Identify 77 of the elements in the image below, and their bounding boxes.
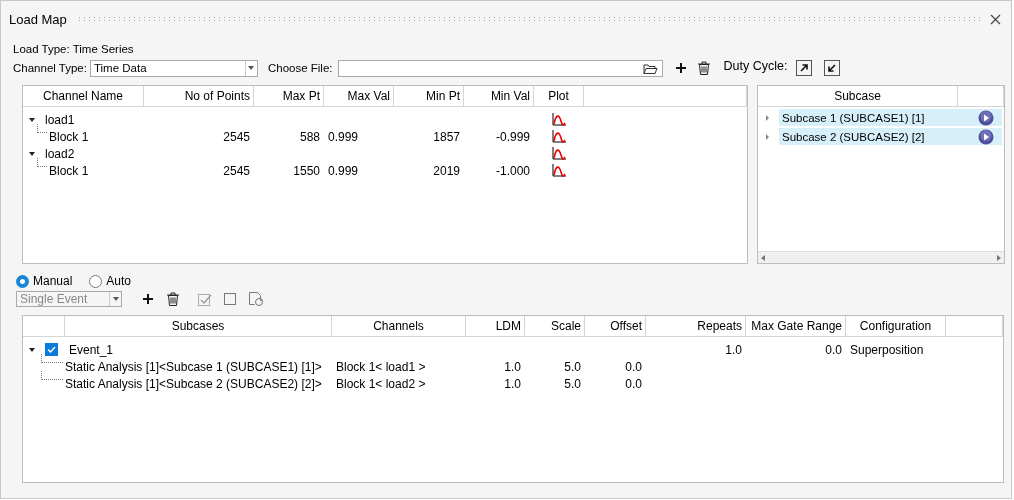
column-header[interactable]: Max Gate Range <box>751 319 842 333</box>
table-cell: 0.0 <box>625 359 642 374</box>
column-header[interactable]: Configuration <box>859 319 932 333</box>
table-cell: 2545 <box>223 129 250 144</box>
checkbox[interactable] <box>45 343 58 356</box>
table-cell: 1857 <box>433 129 460 144</box>
column-header[interactable]: Plot <box>548 89 569 103</box>
table-cell: -0.999 <box>495 129 530 144</box>
play-icon[interactable] <box>978 128 994 145</box>
tree-item[interactable]: Static Analysis [1]<Subcase 2 (SUBCASE2) [2]> <box>65 376 322 391</box>
table-cell: 1.0 <box>504 376 521 391</box>
curve-plot-icon[interactable] <box>552 164 566 177</box>
check-all-icon[interactable] <box>198 292 212 306</box>
tree-item[interactable]: Block 1 <box>49 129 89 144</box>
column-header[interactable]: Min Pt <box>426 89 460 103</box>
channel-type-dropdown[interactable]: Time Data <box>89 59 258 77</box>
field-label: Choose File: <box>267 62 333 74</box>
curve-plot-icon[interactable] <box>552 147 566 160</box>
column-header[interactable]: Subcases <box>171 319 225 333</box>
table-cell: 0.999 <box>328 163 359 178</box>
subcase-item[interactable]: Subcase 2 (SUBCASE2) [2] <box>779 128 1002 145</box>
tree-item[interactable]: load1 <box>45 112 75 127</box>
column-header[interactable]: Max Pt <box>282 89 320 103</box>
subcase-item[interactable]: Subcase 1 (SUBCASE1) [1] <box>779 109 1002 126</box>
column-header[interactable]: Repeats <box>697 319 742 333</box>
column-header[interactable]: Max Val <box>347 89 390 103</box>
add-button[interactable] <box>674 62 687 74</box>
expand-arrow-icon[interactable] <box>29 151 35 156</box>
delete-button[interactable] <box>696 60 711 76</box>
delete-button[interactable] <box>166 291 180 307</box>
table-cell: 2019 <box>433 163 460 178</box>
arrow-up-right-icon[interactable] <box>796 60 813 76</box>
close-button[interactable] <box>990 13 1001 25</box>
table-cell: Superposition <box>850 342 924 357</box>
tree-item: Event_1 <box>69 342 114 357</box>
add-button[interactable] <box>142 293 154 305</box>
radio-button[interactable]: Manual <box>16 274 73 288</box>
horizontal-scrollbar[interactable] <box>758 251 1004 263</box>
table-cell: -1.000 <box>495 163 530 178</box>
column-header[interactable]: No of Points <box>184 89 250 103</box>
expand-arrow-icon[interactable] <box>29 347 35 352</box>
tree-item[interactable]: load2 <box>45 146 75 161</box>
table-cell: 0.0 <box>825 342 842 357</box>
table-cell: 1550 <box>293 163 320 178</box>
folder-icon[interactable] <box>642 61 658 75</box>
expand-arrow-icon[interactable] <box>29 117 35 122</box>
play-icon[interactable] <box>978 109 994 126</box>
curve-plot-icon[interactable] <box>552 113 566 126</box>
column-header[interactable]: Scale <box>550 319 581 333</box>
table-cell: 5.0 <box>564 376 581 391</box>
table-cell: 0.999 <box>328 129 359 144</box>
table-cell: 1.0 <box>725 342 742 357</box>
column-header[interactable]: LDM <box>495 319 521 333</box>
window-title: Load Map <box>9 11 67 27</box>
field-label: Duty Cycle: <box>723 58 788 73</box>
empty-checkbox-icon[interactable] <box>224 293 236 305</box>
table-cell: 0.0 <box>625 376 642 391</box>
column-header[interactable]: Offset <box>610 319 642 333</box>
table-cell: Block 1< load1 > <box>336 359 426 374</box>
load-type-label: Load Type: Time Series <box>13 42 135 56</box>
arrow-down-left-icon[interactable] <box>824 60 841 76</box>
radio-button[interactable]: Auto <box>89 274 132 288</box>
column-header[interactable]: Min Val <box>490 89 530 103</box>
column-header[interactable]: Channel Name <box>42 89 123 103</box>
column-header[interactable]: Channels <box>373 319 424 333</box>
table-cell: Block 1< load2 > <box>336 376 426 391</box>
tree-item[interactable]: Block 1 <box>49 163 89 178</box>
table-cell: 588 <box>299 129 320 144</box>
table-cell: 1.0 <box>504 359 521 374</box>
document-refresh-icon[interactable] <box>249 292 263 306</box>
tree-item[interactable]: Static Analysis [1]<Subcase 1 (SUBCASE1) [1]> <box>65 359 322 374</box>
field-label: Channel Type: <box>13 62 87 74</box>
table-cell: 5.0 <box>564 359 581 374</box>
file-field[interactable] <box>337 59 663 77</box>
table-cell: 2545 <box>223 163 250 178</box>
curve-plot-icon[interactable] <box>552 130 566 143</box>
column-header[interactable]: Subcase <box>834 89 881 103</box>
